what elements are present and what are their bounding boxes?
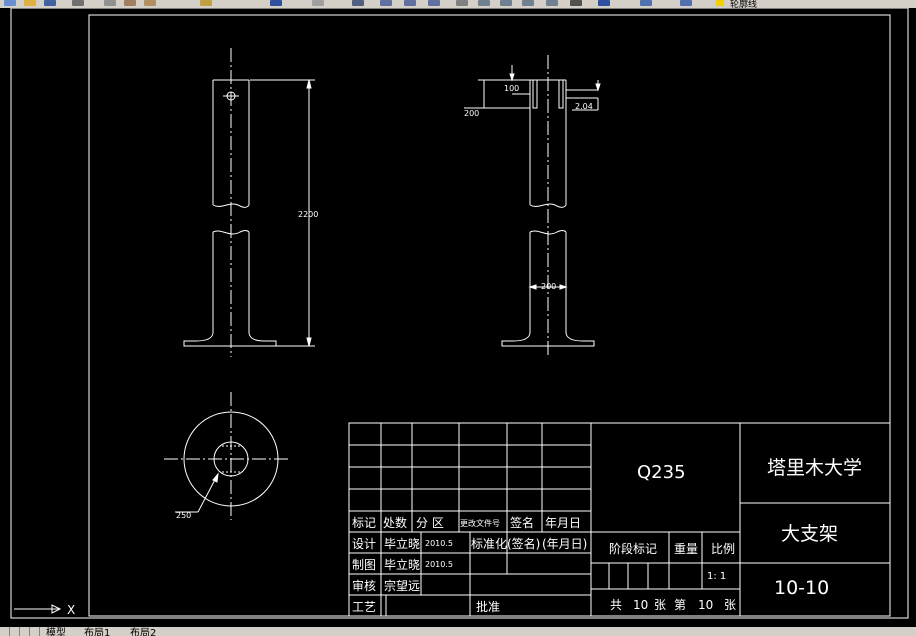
sheets-unit: 张	[654, 598, 666, 612]
label-zone: 分 区	[416, 516, 444, 530]
toolbar-button-undo[interactable]	[270, 0, 282, 6]
sheets-total: 10	[633, 598, 648, 612]
tab-model[interactable]: 模型	[46, 627, 66, 636]
dim-2200-label: 2200	[298, 210, 318, 219]
toolbar-button-toolpalette[interactable]	[500, 0, 512, 6]
label-count: 处数	[383, 515, 407, 530]
sheet-prefix: 第	[674, 598, 686, 612]
design-date: 2010.5	[425, 539, 453, 548]
school-name: 塔里木大学	[767, 457, 862, 479]
reviewer-name: 宗望远	[384, 578, 420, 593]
label-date: 年月日	[545, 516, 581, 530]
dim-204-label: 2.04	[575, 102, 593, 111]
scale-label: 比例	[711, 542, 735, 556]
toolbar-button-zoom-window[interactable]	[404, 0, 416, 6]
toolbar-button-designcenter[interactable]	[478, 0, 490, 6]
part-name: 大支架	[781, 523, 838, 545]
label-standardize: 标准化	[471, 537, 507, 551]
designer-name: 毕立晓	[384, 536, 420, 551]
tab-layout1[interactable]: 布局1	[84, 627, 110, 636]
dim-250-label: 250	[176, 511, 191, 520]
label-mark: 标记	[352, 516, 376, 530]
label-standardize-sign: (签名)	[507, 536, 540, 551]
toolbar-button-paste[interactable]	[144, 0, 156, 6]
toolbar-button-calc[interactable]	[570, 0, 582, 6]
label-process: 工艺	[352, 600, 376, 614]
label-signature: 签名	[510, 515, 534, 530]
drawing-canvas[interactable]: 2200 100 200 2.04 200 250 X Q235 塔里木大学 大…	[0, 8, 916, 628]
toolbar-button-zoom-previous[interactable]	[428, 0, 440, 6]
dim-200-label: 200	[464, 109, 479, 118]
weight-label: 重量	[674, 542, 698, 556]
toolbar-button-cut[interactable]	[104, 0, 116, 6]
toolbar-button-pan[interactable]	[352, 0, 364, 6]
side-view	[464, 55, 601, 357]
toolbar-button-print[interactable]	[72, 0, 84, 6]
top-view	[164, 392, 288, 520]
toolbar-button-layer-manager[interactable]	[640, 0, 652, 6]
material-label: Q235	[637, 462, 686, 483]
toolbar-button-markup[interactable]	[546, 0, 558, 6]
toolbar-button-zoom-realtime[interactable]	[380, 0, 392, 6]
stage-label: 阶段标记	[609, 541, 657, 556]
dim-bottom-200-label: 200	[541, 282, 556, 291]
front-view	[183, 48, 315, 357]
drafter-name: 毕立晓	[384, 557, 420, 572]
label-draw: 制图	[352, 558, 376, 572]
draw-date: 2010.5	[425, 560, 453, 569]
layer-bulb-icon[interactable]	[716, 0, 724, 6]
dim-100-label: 100	[504, 84, 519, 93]
tab-nav-last-icon[interactable]	[30, 627, 40, 636]
ucs-icon	[14, 604, 62, 614]
toolbar-button-redo[interactable]	[312, 0, 324, 6]
label-review: 审核	[352, 578, 376, 593]
toolbar-button-copy[interactable]	[124, 0, 136, 6]
label-approve: 批准	[476, 599, 500, 614]
sheet-unit: 张	[724, 598, 736, 612]
tab-layout2[interactable]: 布局2	[130, 627, 156, 636]
label-standardize-date: (年月日)	[542, 537, 587, 551]
toolbar-button-save[interactable]	[44, 0, 56, 6]
sheets-total-prefix: 共	[610, 598, 622, 612]
toolbar-button-properties[interactable]	[456, 0, 468, 6]
scale-value: 1: 1	[707, 571, 726, 582]
label-change-doc: 更改文件号	[460, 518, 500, 528]
sheet-number: 10	[698, 598, 713, 612]
toolbar-button-match[interactable]	[200, 0, 212, 6]
toolbar-button-new[interactable]	[4, 0, 16, 6]
tab-nav-next-icon[interactable]	[20, 627, 30, 636]
ucs-x-label: X	[67, 603, 75, 617]
tab-nav-prev-icon[interactable]	[10, 627, 20, 636]
tab-nav-first-icon[interactable]	[0, 627, 10, 636]
toolbar-button-open[interactable]	[24, 0, 36, 6]
toolbar-button-help[interactable]	[598, 0, 610, 6]
toolbar-button-layer-state[interactable]	[680, 0, 692, 6]
drawing-number: 10-10	[774, 577, 829, 599]
toolbar-button-sheetset[interactable]	[522, 0, 534, 6]
layout-tabs-bar: 模型 布局1 布局2	[0, 627, 916, 636]
label-design: 设计	[352, 537, 376, 551]
